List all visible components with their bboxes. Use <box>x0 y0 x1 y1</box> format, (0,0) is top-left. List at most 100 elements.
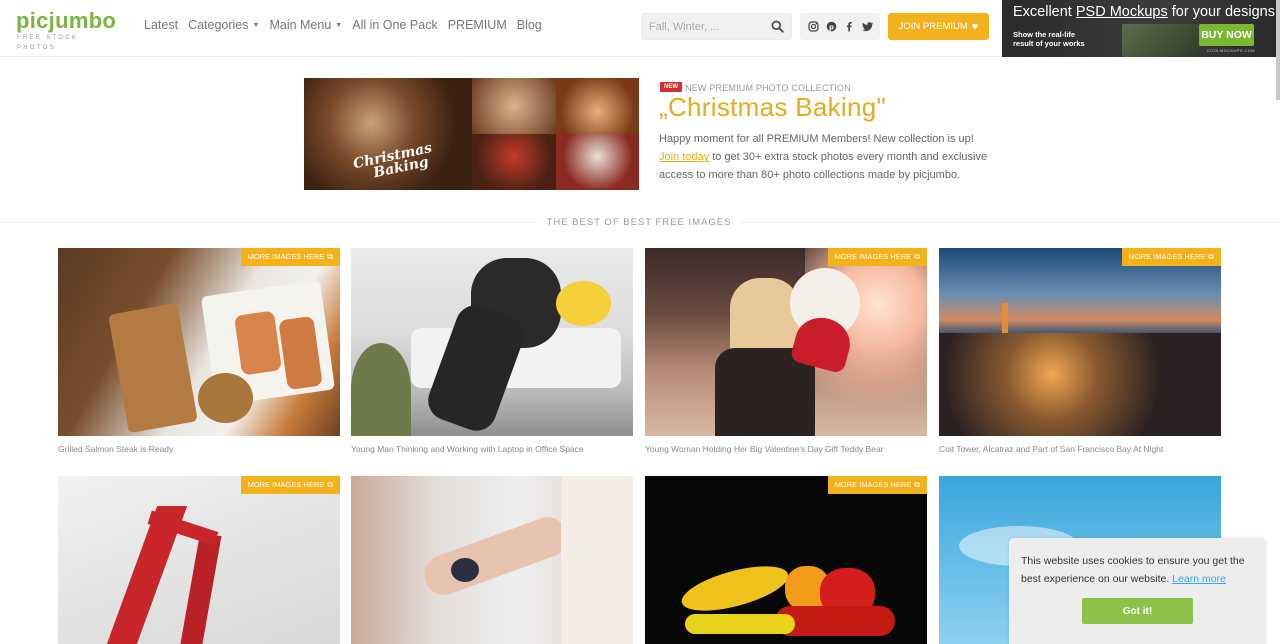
image-caption[interactable]: Young Man Thinking and Working with Lapt… <box>351 444 633 454</box>
bread-board-shape <box>108 302 198 434</box>
join-premium-button[interactable]: JOIN PREMIUM ♥ <box>888 13 989 40</box>
nav-latest[interactable]: Latest <box>144 18 178 32</box>
external-link-icon: ⧉ <box>327 252 333 261</box>
external-link-icon: ⧉ <box>914 252 920 261</box>
more-images-label: MORE IMAGES HERE <box>247 480 325 489</box>
more-images-button[interactable]: MORE IMAGES HERE ⧉ <box>827 476 927 494</box>
vegetables-photo[interactable]: MORE IMAGES HERE ⧉ <box>645 476 927 644</box>
chair-shape <box>351 343 411 436</box>
ad-subtitle: Show the real-life result of your works <box>1013 30 1113 48</box>
nav-label: Main Menu <box>269 18 332 32</box>
man-laptop-photo[interactable] <box>351 248 633 436</box>
ad-title-prefix: Excellent <box>1013 4 1076 20</box>
more-images-label: MORE IMAGES HERE <box>1128 252 1206 261</box>
city-lights-shape <box>939 333 1221 436</box>
nav-label: Latest <box>144 18 179 32</box>
zucchini-shape <box>685 614 795 634</box>
nav-label: All in One Pack <box>352 18 438 32</box>
new-badge: NEW <box>660 82 682 92</box>
ad-mockup-image <box>1122 24 1202 57</box>
image-card[interactable] <box>351 476 633 644</box>
caret-down-icon: ▼ <box>252 21 260 29</box>
ad-subtitle-line: Show the real-life <box>1013 30 1076 39</box>
cookie-accept-button[interactable]: Got it! <box>1082 598 1193 624</box>
promo-photo <box>472 134 556 190</box>
more-images-button[interactable]: MORE IMAGES HERE ⧉ <box>1121 248 1221 266</box>
christmas-baking-collection-image[interactable]: Christmas Baking <box>304 78 639 190</box>
bridge-tower-shape <box>176 536 222 644</box>
external-link-icon: ⧉ <box>327 480 333 489</box>
salmon-shape <box>234 310 282 376</box>
more-images-label: MORE IMAGES HERE <box>834 480 912 489</box>
nav-premium[interactable]: PREMIUM <box>448 18 507 32</box>
logo-tagline: FREE STOCK PHOTOS <box>17 35 79 51</box>
pinterest-icon[interactable]: p <box>825 21 837 33</box>
external-link-icon: ⧉ <box>1208 252 1214 261</box>
nav-all-in-one-pack[interactable]: All in One Pack <box>352 18 437 32</box>
search-input[interactable] <box>642 14 762 39</box>
site-header: picjumbo FREE STOCK PHOTOS Latest Catego… <box>0 0 1280 57</box>
ad-domain: COOLMOCKUPS.COM <box>1207 48 1256 53</box>
promo-photo <box>556 134 639 190</box>
woman-teddy-photo[interactable]: MORE IMAGES HERE ⧉ <box>645 248 927 436</box>
image-caption[interactable]: Young Woman Holding Her Big Valentine's … <box>645 444 927 454</box>
more-images-label: MORE IMAGES HERE <box>247 252 325 261</box>
image-caption[interactable]: Coit Tower, Alcatraz and Part of San Fra… <box>939 444 1221 454</box>
scrollbar-thumb[interactable] <box>1276 0 1280 100</box>
red-bridge-photo[interactable]: MORE IMAGES HERE ⧉ <box>58 476 340 644</box>
section-heading-text: THE BEST OF BEST FREE IMAGES <box>536 217 742 228</box>
ad-title: Excellent PSD Mockups for your designs <box>1013 4 1275 20</box>
search-icon[interactable] <box>771 20 784 33</box>
ad-banner[interactable]: Excellent PSD Mockups for your designs S… <box>1002 0 1278 57</box>
twitter-icon[interactable] <box>861 21 873 33</box>
cookie-consent-banner: This website uses cookies to ensure you … <box>1009 538 1266 644</box>
nav-main-menu[interactable]: Main Menu ▼ <box>269 18 342 32</box>
ad-title-link: PSD Mockups <box>1075 4 1168 20</box>
image-card[interactable]: MORE IMAGES HERE ⧉ Young Woman Holding He… <box>645 248 927 454</box>
san-francisco-photo[interactable]: MORE IMAGES HERE ⧉ <box>939 248 1221 436</box>
cookie-message: This website uses cookies to ensure you … <box>1021 552 1254 588</box>
image-card[interactable]: MORE IMAGES HERE ⧉ Grilled Salmon Steak i… <box>58 248 340 454</box>
more-images-button[interactable]: MORE IMAGES HERE ⧉ <box>240 248 340 266</box>
banana-shape <box>677 557 793 620</box>
promo-title[interactable]: „Christmas Baking" <box>659 92 886 123</box>
more-images-label: MORE IMAGES HERE <box>834 252 912 261</box>
more-images-button[interactable]: MORE IMAGES HERE ⧉ <box>827 248 927 266</box>
ad-buy-now-button[interactable]: BUY NOW <box>1199 24 1254 46</box>
image-card[interactable]: MORE IMAGES HERE ⧉ Coit Tower, Alcatraz a… <box>939 248 1221 454</box>
learn-more-link[interactable]: Learn more <box>1172 573 1226 585</box>
tower-shape <box>1002 303 1008 333</box>
promo-photo <box>472 78 556 134</box>
svg-text:p: p <box>829 23 834 31</box>
caret-down-icon: ▼ <box>335 21 343 29</box>
sleeve-shape <box>561 476 633 644</box>
salmon-photo[interactable]: MORE IMAGES HERE ⧉ <box>58 248 340 436</box>
section-heading: THE BEST OF BEST FREE IMAGES <box>0 217 1278 228</box>
join-today-link[interactable]: Join today <box>659 151 709 163</box>
image-card[interactable]: MORE IMAGES HERE ⧉ <box>58 476 340 644</box>
search-box <box>641 13 792 40</box>
watch-shape <box>451 558 479 582</box>
image-card[interactable]: MORE IMAGES HERE ⧉ <box>645 476 927 644</box>
main-nav: Latest Categories ▼ Main Menu ▼ All in One… <box>144 18 552 32</box>
nav-blog[interactable]: Blog <box>517 18 542 32</box>
facebook-icon[interactable] <box>843 21 855 33</box>
nav-categories[interactable]: Categories ▼ <box>188 18 259 32</box>
image-card[interactable]: Young Man Thinking and Working with Lapt… <box>351 248 633 454</box>
ad-title-suffix: for your designs <box>1167 4 1275 20</box>
arm-shape <box>418 511 574 601</box>
image-caption[interactable]: Grilled Salmon Steak is Ready <box>58 444 340 454</box>
nav-label: PREMIUM <box>447 18 507 32</box>
pepper-bowl-shape <box>198 373 253 423</box>
emoji-pillow-shape <box>556 281 611 326</box>
external-link-icon: ⧉ <box>914 480 920 489</box>
wrist-watch-photo[interactable] <box>351 476 633 644</box>
more-images-button[interactable]: MORE IMAGES HERE ⧉ <box>240 476 340 494</box>
instagram-icon[interactable] <box>807 21 819 33</box>
logo-text: picjumbo <box>16 8 117 33</box>
site-logo[interactable]: picjumbo FREE STOCK PHOTOS <box>16 8 117 52</box>
join-premium-label: JOIN PREMIUM <box>898 21 968 32</box>
promo-text-after: to get 30+ extra stock photos every mont… <box>659 151 988 181</box>
promo-photo <box>556 78 639 134</box>
social-links: p <box>800 13 880 40</box>
